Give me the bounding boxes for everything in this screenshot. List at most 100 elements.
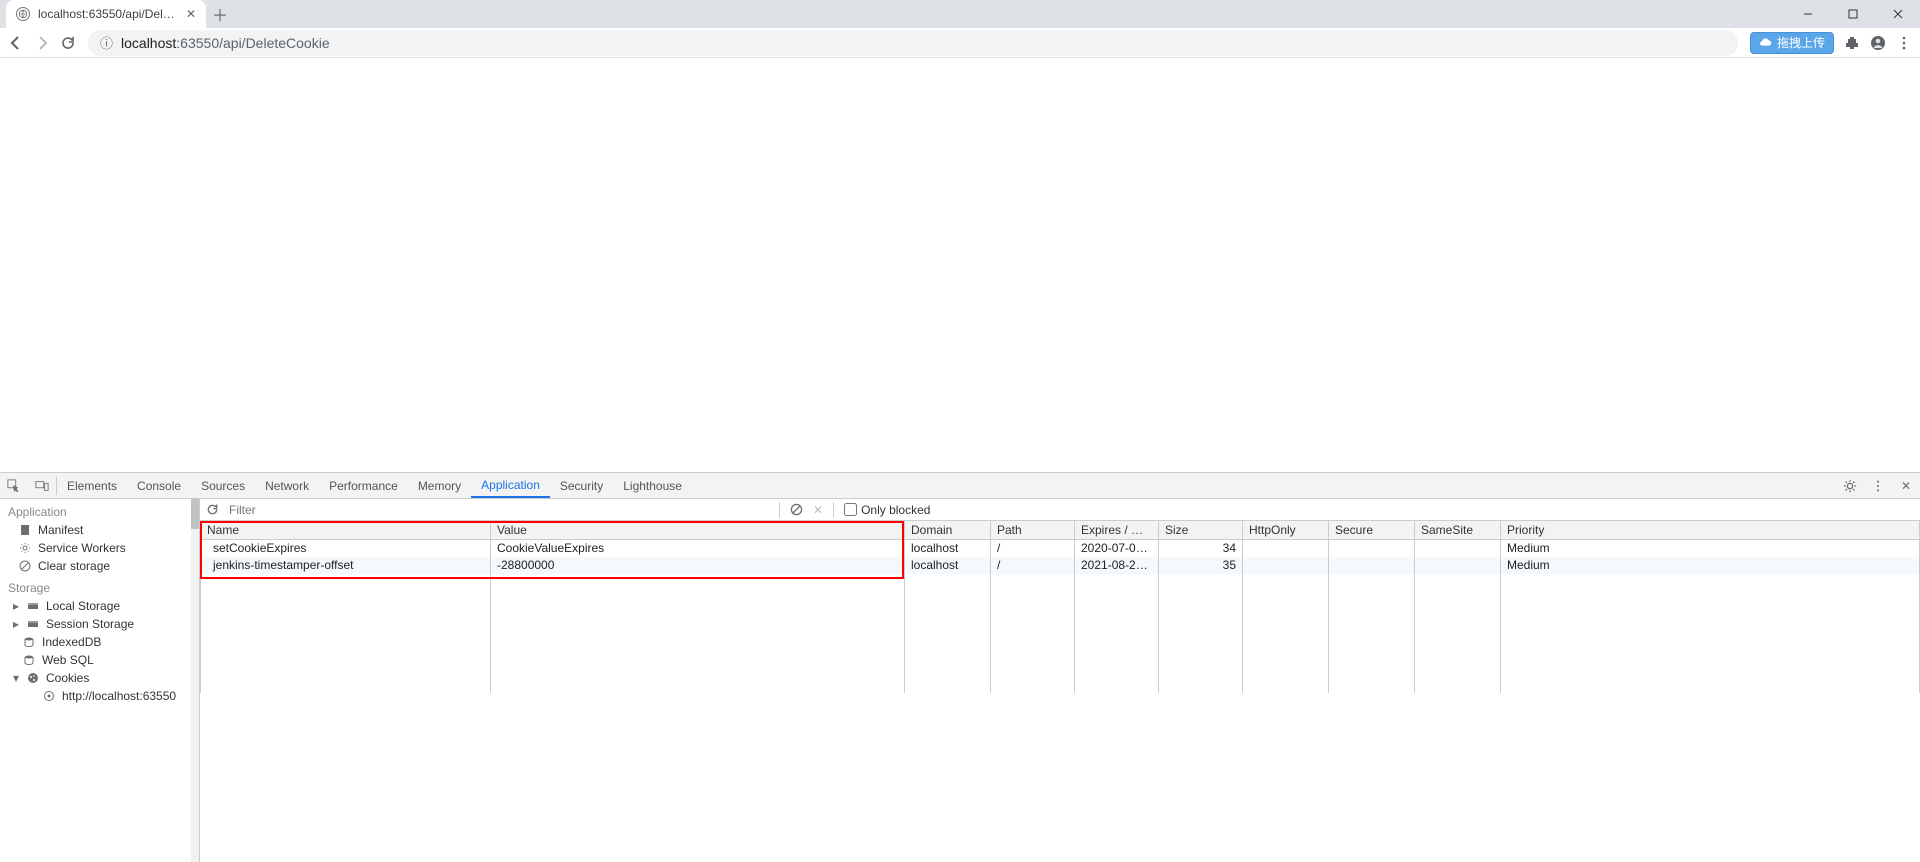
- clear-all-icon[interactable]: [790, 503, 803, 516]
- profile-button[interactable]: [1870, 35, 1886, 51]
- url-text: localhost:63550/api/DeleteCookie: [121, 35, 330, 51]
- cookie-origin-icon: [42, 689, 56, 703]
- col-value[interactable]: Value: [491, 521, 905, 540]
- browser-toolbar: ⓘ localhost:63550/api/DeleteCookie 拖拽上传: [0, 28, 1920, 58]
- sidebar-item-websql[interactable]: Web SQL: [4, 651, 199, 669]
- sidebar-item-label: Session Storage: [46, 617, 134, 631]
- sidebar-item-label: Web SQL: [42, 653, 94, 667]
- minimize-button[interactable]: [1785, 0, 1830, 28]
- col-path[interactable]: Path: [991, 521, 1075, 540]
- sidebar-item-label: Local Storage: [46, 599, 120, 613]
- caret-right-icon: ▸: [12, 617, 20, 631]
- cookies-icon: [26, 671, 40, 685]
- manifest-icon: [18, 523, 32, 537]
- table-row-empty: [201, 676, 1920, 693]
- col-httponly[interactable]: HttpOnly: [1243, 521, 1329, 540]
- browser-tab-title: localhost:63550/api/DeleteCo: [38, 7, 178, 21]
- only-blocked-toggle[interactable]: Only blocked: [844, 503, 930, 517]
- sidebar-item-cookies[interactable]: ▾ Cookies: [4, 669, 199, 687]
- cookies-panel: ✕ Only blocked Name: [200, 499, 1920, 862]
- page-viewport: [0, 58, 1920, 472]
- localstorage-icon: [26, 599, 40, 613]
- close-icon[interactable]: ✕: [186, 7, 196, 21]
- col-domain[interactable]: Domain: [905, 521, 991, 540]
- extension-badge-label: 拖拽上传: [1777, 34, 1825, 51]
- sidebar-item-label: http://localhost:63550: [62, 689, 176, 703]
- application-sidebar: Application Manifest Service Workers Cle…: [0, 499, 200, 862]
- settings-icon[interactable]: [1836, 479, 1864, 493]
- devtools-tab-elements[interactable]: Elements: [57, 473, 127, 498]
- close-devtools-icon[interactable]: ✕: [1892, 479, 1920, 493]
- browser-tab-strip: localhost:63550/api/DeleteCo ✕ ＋: [0, 0, 1920, 28]
- col-name[interactable]: Name: [201, 521, 491, 540]
- reload-button[interactable]: [60, 35, 76, 51]
- devtools-tab-sources[interactable]: Sources: [191, 473, 255, 498]
- new-tab-button[interactable]: ＋: [206, 0, 234, 28]
- sidebar-scrollbar[interactable]: [191, 499, 199, 862]
- cookies-filter-input[interactable]: [229, 503, 769, 517]
- sidebar-item-cookie-origin[interactable]: http://localhost:63550: [4, 687, 199, 705]
- maximize-button[interactable]: [1830, 0, 1875, 28]
- site-info-icon[interactable]: ⓘ: [100, 33, 113, 52]
- devtools-tab-application[interactable]: Application: [471, 473, 550, 498]
- table-row-empty: [201, 642, 1920, 659]
- close-window-button[interactable]: [1875, 0, 1920, 28]
- devtools-tab-console[interactable]: Console: [127, 473, 191, 498]
- sidebar-item-label: Clear storage: [38, 559, 110, 573]
- only-blocked-label: Only blocked: [861, 503, 930, 517]
- forward-button[interactable]: [34, 35, 50, 51]
- cookies-table[interactable]: Name Value Domain Path Expires / Max-A..…: [200, 521, 1920, 693]
- sidebar-item-clear-storage[interactable]: Clear storage: [0, 557, 199, 575]
- sidebar-item-session-storage[interactable]: ▸ Session Storage: [4, 615, 199, 633]
- col-priority[interactable]: Priority: [1501, 521, 1920, 540]
- devtools-tab-security[interactable]: Security: [550, 473, 613, 498]
- cookies-table-container: Name Value Domain Path Expires / Max-A..…: [200, 521, 1920, 862]
- refresh-icon[interactable]: [206, 503, 219, 516]
- window-controls: [1785, 0, 1920, 28]
- db-icon: [22, 653, 36, 667]
- col-expires[interactable]: Expires / Max-A...: [1075, 521, 1159, 540]
- sidebar-item-label: Cookies: [46, 671, 89, 685]
- inspect-element-icon[interactable]: [0, 473, 28, 498]
- cookies-table-header-row: Name Value Domain Path Expires / Max-A..…: [201, 521, 1920, 540]
- address-bar[interactable]: ⓘ localhost:63550/api/DeleteCookie: [88, 30, 1738, 56]
- sidebar-item-service-workers[interactable]: Service Workers: [0, 539, 199, 557]
- table-row[interactable]: jenkins-timestamper-offset -28800000 loc…: [201, 557, 1920, 574]
- devtools-tabstrip: Elements Console Sources Network Perform…: [0, 473, 1920, 499]
- devtools-tab-performance[interactable]: Performance: [319, 473, 408, 498]
- sidebar-item-label: IndexedDB: [42, 635, 101, 649]
- table-row-empty: [201, 608, 1920, 625]
- table-row[interactable]: setCookieExpires CookieValueExpires loca…: [201, 540, 1920, 557]
- devtools-tab-lighthouse[interactable]: Lighthouse: [613, 473, 692, 498]
- extension-badge[interactable]: 拖拽上传: [1750, 32, 1834, 54]
- table-row-empty: [201, 574, 1920, 591]
- devtools-panel: Elements Console Sources Network Perform…: [0, 472, 1920, 862]
- caret-right-icon: ▸: [12, 599, 20, 613]
- back-button[interactable]: [8, 35, 24, 51]
- sidebar-heading-storage: Storage: [0, 575, 199, 597]
- globe-icon: [16, 7, 30, 21]
- cookies-toolbar: ✕ Only blocked: [200, 499, 1920, 521]
- sidebar-item-indexeddb[interactable]: IndexedDB: [4, 633, 199, 651]
- sidebar-heading-application: Application: [0, 499, 199, 521]
- sidebar-item-local-storage[interactable]: ▸ Local Storage: [4, 597, 199, 615]
- extensions-button[interactable]: [1844, 35, 1860, 51]
- browser-tab-active[interactable]: localhost:63550/api/DeleteCo ✕: [6, 0, 206, 28]
- delete-selected-icon[interactable]: ✕: [813, 503, 823, 517]
- devtools-tab-network[interactable]: Network: [255, 473, 319, 498]
- col-secure[interactable]: Secure: [1329, 521, 1415, 540]
- menu-button[interactable]: [1896, 35, 1912, 51]
- table-row-empty: [201, 625, 1920, 642]
- device-toolbar-icon[interactable]: [28, 473, 56, 498]
- sessionstorage-icon: [26, 617, 40, 631]
- clear-storage-icon: [18, 559, 32, 573]
- only-blocked-checkbox[interactable]: [844, 503, 857, 516]
- cloud-icon: [1759, 36, 1773, 50]
- col-samesite[interactable]: SameSite: [1415, 521, 1501, 540]
- sidebar-item-manifest[interactable]: Manifest: [0, 521, 199, 539]
- devtools-tab-memory[interactable]: Memory: [408, 473, 471, 498]
- table-row-empty: [201, 591, 1920, 608]
- table-row-empty: [201, 659, 1920, 676]
- col-size[interactable]: Size: [1159, 521, 1243, 540]
- more-icon[interactable]: [1864, 479, 1892, 493]
